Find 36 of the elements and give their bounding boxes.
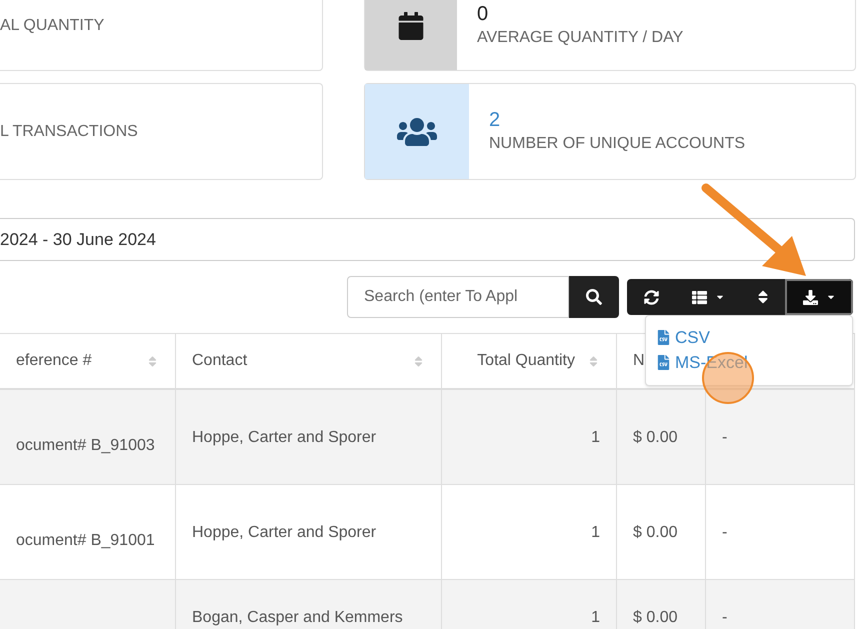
table-cell-text: 1 xyxy=(591,608,600,628)
stat-label: AL QUANTITY xyxy=(0,16,104,36)
table-cell-text: $ 0.00 xyxy=(633,608,678,628)
stat-label: NUMBER OF UNIQUE ACCOUNTS xyxy=(489,134,746,154)
table-cell-text: Hoppe, Carter and Sporer xyxy=(192,523,376,543)
table-cell-text: ocument# B_91001 xyxy=(16,531,155,551)
table-cell-text: 1 xyxy=(591,523,600,543)
column-header[interactable]: Total Quantity xyxy=(477,349,575,373)
stat-label: AVERAGE QUANTITY / DAY xyxy=(477,28,684,48)
search-icon xyxy=(586,289,602,305)
stat-value: 0 xyxy=(477,2,490,26)
stat-value: 2 xyxy=(489,108,502,132)
stat-label: L TRANSACTIONS xyxy=(0,122,138,142)
column-header[interactable]: Contact xyxy=(192,349,248,373)
download-icon xyxy=(802,290,818,304)
table-cell-text: Bogan, Casper and Kemmers xyxy=(192,608,403,628)
table-cell-text: ocument# B_91003 xyxy=(16,436,155,456)
table-cell-text: Hoppe, Carter and Sporer xyxy=(192,428,376,448)
table-cell-text: - xyxy=(722,428,728,448)
date-range-field[interactable]: 2024 - 30 June 2024 xyxy=(0,218,855,261)
search-field[interactable]: Search (enter To Appl xyxy=(347,276,569,318)
table-cell-text: 1 xyxy=(591,428,600,448)
table-cell-text: $ 0.00 xyxy=(633,523,678,543)
table-cell-text: - xyxy=(722,523,728,543)
search-button[interactable] xyxy=(569,276,619,318)
column-header[interactable]: eference # xyxy=(16,349,92,373)
refresh-icon xyxy=(644,290,658,304)
file-icon xyxy=(656,330,671,345)
table-cell-text: - xyxy=(722,608,728,628)
table-cell-text: $ 0.00 xyxy=(633,428,678,448)
column-header[interactable]: N xyxy=(633,349,645,373)
file-icon xyxy=(656,355,671,370)
toolbar-button[interactable] xyxy=(785,279,853,315)
menu-item[interactable]: CSV xyxy=(656,325,852,350)
calendar-icon xyxy=(397,12,425,40)
list-icon xyxy=(692,290,706,304)
